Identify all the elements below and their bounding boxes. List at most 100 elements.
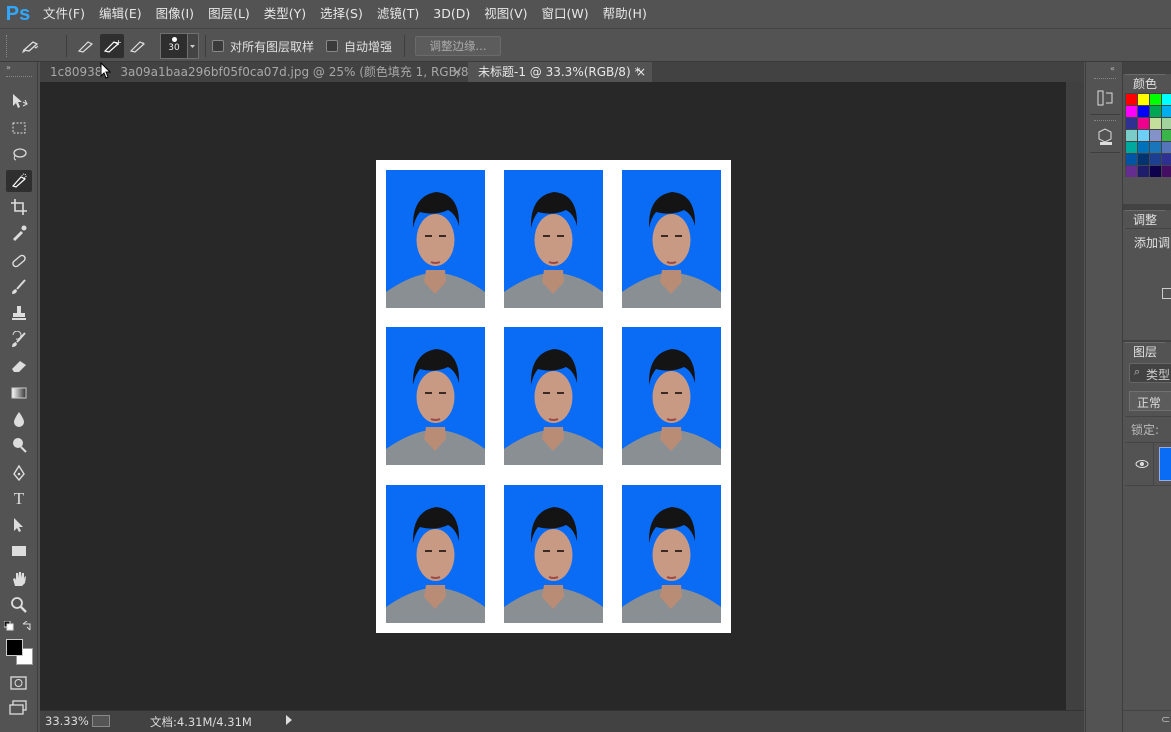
- zoom-level[interactable]: 33.33%: [45, 714, 89, 728]
- color-swatch[interactable]: [1126, 154, 1137, 165]
- menu-view[interactable]: 视图(V): [477, 0, 534, 28]
- lasso-icon[interactable]: [6, 143, 32, 165]
- screen-mode-icon[interactable]: [8, 698, 30, 716]
- foreground-color-swatch[interactable]: [6, 639, 23, 656]
- color-swatch[interactable]: [1138, 154, 1149, 165]
- id-photo: [622, 170, 721, 308]
- 3d-panel-icon[interactable]: [1094, 126, 1116, 148]
- crop-icon[interactable]: [6, 196, 32, 218]
- refine-edge-button[interactable]: 调整边缘...: [415, 36, 501, 56]
- color-swatches[interactable]: [1125, 93, 1171, 177]
- color-swatch[interactable]: [1150, 130, 1161, 141]
- tab-layers[interactable]: 图层: [1125, 342, 1166, 360]
- collapse-arrows-icon[interactable]: «: [1110, 64, 1115, 73]
- type-icon[interactable]: T: [6, 488, 32, 510]
- color-swatch[interactable]: [1150, 118, 1161, 129]
- swap-colors-icon[interactable]: [22, 620, 32, 631]
- eyedropper-icon[interactable]: [6, 222, 32, 244]
- blur-icon[interactable]: [6, 408, 32, 430]
- color-swatch[interactable]: [1138, 130, 1149, 141]
- tools-panel: » T: [0, 62, 38, 732]
- eye-icon[interactable]: [1135, 458, 1149, 468]
- pen-icon[interactable]: [6, 462, 32, 484]
- blend-mode-select[interactable]: 正常: [1129, 391, 1171, 411]
- color-swatch[interactable]: [1150, 166, 1161, 177]
- auto-enhance-checkbox[interactable]: [326, 40, 338, 52]
- id-photo: [386, 485, 485, 623]
- path-select-icon[interactable]: [6, 514, 32, 536]
- quick-mask-icon[interactable]: [8, 674, 30, 692]
- brush-icon[interactable]: [6, 276, 32, 298]
- rectangle-icon[interactable]: [6, 540, 32, 562]
- close-icon[interactable]: ×: [636, 62, 646, 82]
- collapse-arrows-icon[interactable]: »: [6, 64, 32, 72]
- document-canvas[interactable]: [376, 160, 731, 633]
- color-swatch[interactable]: [1138, 142, 1149, 153]
- tab-color[interactable]: 颜色: [1125, 74, 1166, 92]
- menu-edit[interactable]: 编辑(E): [92, 0, 149, 28]
- menu-select[interactable]: 选择(S): [313, 0, 370, 28]
- color-swatch[interactable]: [1126, 166, 1137, 177]
- default-colors-icon[interactable]: [3, 620, 14, 631]
- layer-row[interactable]: [1125, 443, 1171, 485]
- color-swatch[interactable]: [1150, 154, 1161, 165]
- color-swatch[interactable]: [1138, 94, 1149, 105]
- color-swatch[interactable]: [1162, 166, 1171, 177]
- dodge-icon[interactable]: [6, 434, 32, 456]
- id-photo: [622, 485, 721, 623]
- color-swatch[interactable]: [1150, 94, 1161, 105]
- color-swatch[interactable]: [1162, 130, 1171, 141]
- history-brush-icon[interactable]: [6, 329, 32, 351]
- color-swatch[interactable]: [1150, 106, 1161, 117]
- color-swatch[interactable]: [1126, 118, 1137, 129]
- link-icon[interactable]: ⊂: [1161, 713, 1170, 726]
- quick-select-icon[interactable]: [6, 170, 32, 192]
- brush-dropdown[interactable]: [188, 33, 199, 59]
- menu-window[interactable]: 窗口(W): [535, 0, 596, 28]
- view-icon[interactable]: [92, 715, 110, 727]
- tab-document-2[interactable]: 未标题-1 @ 33.3%(RGB/8) * ×: [468, 62, 652, 82]
- hand-icon[interactable]: [6, 568, 32, 590]
- eraser-icon[interactable]: [6, 355, 32, 377]
- tab-adjustments[interactable]: 调整: [1125, 210, 1166, 228]
- adjustment-icon[interactable]: [1162, 288, 1171, 299]
- menu-help[interactable]: 帮助(H): [596, 0, 654, 28]
- subtract-selection-icon[interactable]: -: [126, 34, 150, 58]
- color-swatch[interactable]: [1162, 94, 1171, 105]
- color-swatch[interactable]: [1126, 106, 1137, 117]
- move-icon[interactable]: [6, 90, 32, 112]
- id-photo: [504, 170, 603, 308]
- stamp-icon[interactable]: [6, 302, 32, 324]
- close-icon[interactable]: ×: [452, 62, 462, 82]
- history-panel-icon[interactable]: [1094, 88, 1116, 108]
- gradient-icon[interactable]: [6, 382, 32, 404]
- new-selection-icon[interactable]: [74, 34, 98, 58]
- color-swatch[interactable]: [1162, 106, 1171, 117]
- color-swatch[interactable]: [1126, 94, 1137, 105]
- menu-file[interactable]: 文件(F): [36, 0, 92, 28]
- color-swatch[interactable]: [1138, 106, 1149, 117]
- add-to-selection-icon[interactable]: +: [100, 34, 124, 58]
- menu-filter[interactable]: 滤镜(T): [370, 0, 426, 28]
- color-swatch[interactable]: [1162, 118, 1171, 129]
- marquee-icon[interactable]: [6, 117, 32, 139]
- color-swatch[interactable]: [1126, 142, 1137, 153]
- zoom-icon[interactable]: [6, 594, 32, 616]
- tool-preset-icon[interactable]: [20, 34, 44, 58]
- status-menu-arrow-icon[interactable]: [286, 715, 292, 725]
- healing-icon[interactable]: [6, 250, 32, 272]
- color-swatch[interactable]: [1162, 142, 1171, 153]
- color-swatch[interactable]: [1126, 130, 1137, 141]
- menu-type[interactable]: 类型(Y): [257, 0, 313, 28]
- brush-size-picker[interactable]: 30: [160, 33, 188, 59]
- color-swatch[interactable]: [1138, 166, 1149, 177]
- color-swatch[interactable]: [1150, 142, 1161, 153]
- color-swatch[interactable]: [1138, 118, 1149, 129]
- sample-all-layers-checkbox[interactable]: [212, 40, 224, 52]
- menu-layer[interactable]: 图层(L): [201, 0, 257, 28]
- layers-filter[interactable]: ⌕ 类型: [1129, 363, 1171, 383]
- vertical-scrollbar[interactable]: [1066, 82, 1084, 710]
- menu-3d[interactable]: 3D(D): [426, 0, 477, 28]
- menu-image[interactable]: 图像(I): [149, 0, 201, 28]
- color-swatch[interactable]: [1162, 154, 1171, 165]
